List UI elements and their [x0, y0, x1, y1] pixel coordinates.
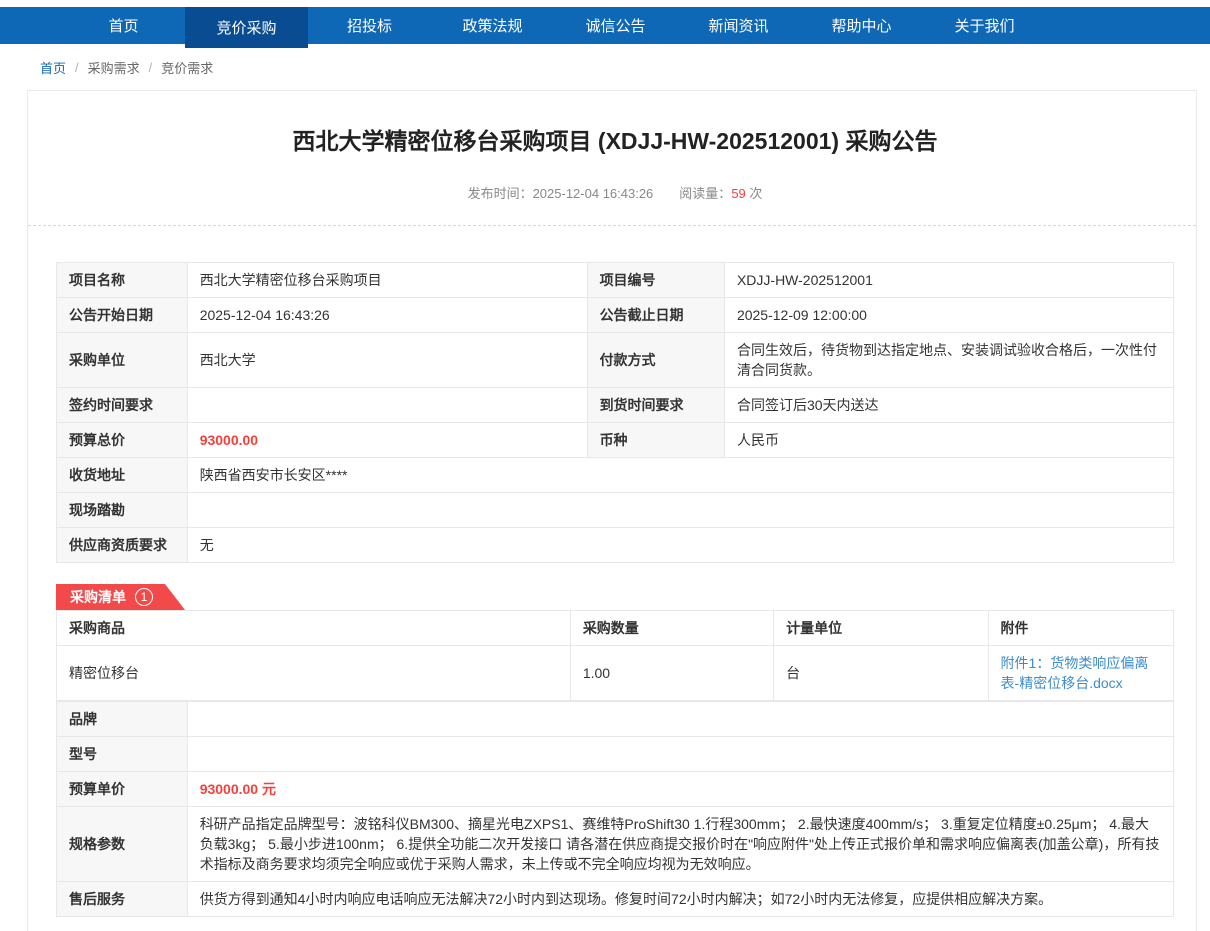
announcement-card: 西北大学精密位移台采购项目 (XDJJ-HW-202512001) 采购公告 发… — [27, 90, 1197, 931]
nav-item-policies[interactable]: 政策法规 — [431, 7, 554, 44]
field-label: 公告截止日期 — [586, 297, 725, 333]
field-label: 到货时间要求 — [586, 387, 725, 423]
field-label: 公告开始日期 — [56, 297, 188, 333]
field-value — [186, 736, 1175, 772]
purchase-items-table: 采购商品 采购数量 计量单位 附件 精密位移台 1.00 台 附件1：货物类响应… — [56, 610, 1175, 701]
table-row: 供应商资质要求 无 — [56, 527, 1175, 563]
nav-item-tender[interactable]: 招投标 — [308, 7, 431, 44]
table-row: 采购单位 西北大学 付款方式 合同生效后，待货物到达指定地点、安装调试验收合格后… — [56, 332, 1175, 388]
field-label: 规格参数 — [56, 806, 188, 882]
nav-item-help-center[interactable]: 帮助中心 — [800, 7, 923, 44]
nav-item-bidding-purchase[interactable]: 竞价采购 — [185, 7, 308, 48]
table-row: 品牌 — [56, 701, 1175, 737]
field-label: 采购单位 — [56, 332, 188, 388]
item-details-table: 品牌 型号 预算单价 93000.00 元 规格参数 科研产品指定品牌型号：波铭… — [56, 701, 1175, 917]
field-label: 项目名称 — [56, 262, 188, 298]
field-label: 付款方式 — [586, 332, 725, 388]
field-value: 2025-12-04 16:43:26 — [186, 297, 588, 333]
field-value — [186, 492, 1175, 528]
budget-total-value: 93000.00 — [186, 422, 588, 458]
breadcrumb: 首页 / 采购需求 / 竞价需求 — [0, 44, 1210, 90]
column-header: 附件 — [987, 610, 1175, 646]
field-value: 西北大学精密位移台采购项目 — [186, 262, 588, 298]
field-value: 人民币 — [723, 422, 1175, 458]
table-row: 售后服务 供货方得到通知4小时内响应电话响应无法解决72小时内到达现场。修复时间… — [56, 881, 1175, 917]
main-navbar: 首页 竞价采购 招投标 政策法规 诚信公告 新闻资讯 帮助中心 关于我们 — [0, 7, 1210, 48]
table-row: 项目名称 西北大学精密位移台采购项目 项目编号 XDJJ-HW-20251200… — [56, 262, 1175, 298]
views-count: 59 — [731, 186, 746, 201]
table-row: 预算单价 93000.00 元 — [56, 771, 1175, 807]
field-value: 合同生效后，待货物到达指定地点、安装调试验收合格后，一次性付清合同货款。 — [723, 332, 1175, 388]
spec-params-value: 科研产品指定品牌型号：波铭科仪BM300、摘星光电ZXPS1、赛维特ProShi… — [186, 806, 1175, 882]
nav-item-home[interactable]: 首页 — [62, 7, 185, 44]
views-unit: 次 — [749, 186, 763, 201]
field-value: 无 — [186, 527, 1175, 563]
field-label: 售后服务 — [56, 881, 188, 917]
publish-meta: 发布时间：2025-12-04 16:43:26 阅读量：59 次 — [56, 183, 1174, 202]
breadcrumb-home-link[interactable]: 首页 — [40, 58, 66, 77]
breadcrumb-purchase-demand[interactable]: 采购需求 — [88, 58, 140, 77]
table-row: 公告开始日期 2025-12-04 16:43:26 公告截止日期 2025-1… — [56, 297, 1175, 333]
field-label: 收货地址 — [56, 457, 188, 493]
views-label: 阅读量： — [679, 186, 732, 201]
item-unit: 台 — [773, 645, 989, 701]
column-header: 计量单位 — [773, 610, 989, 646]
column-header: 采购数量 — [569, 610, 775, 646]
column-header: 采购商品 — [56, 610, 571, 646]
purchase-list-tag-label: 采购清单 — [70, 589, 126, 605]
nav-item-news[interactable]: 新闻资讯 — [677, 7, 800, 44]
publish-time-label: 发布时间： — [467, 186, 533, 201]
breadcrumb-bidding-demand: 竞价需求 — [161, 61, 214, 76]
table-row: 现场踏勘 — [56, 492, 1175, 528]
publish-time-value: 2025-12-04 16:43:26 — [532, 186, 654, 201]
project-info-table: 项目名称 西北大学精密位移台采购项目 项目编号 XDJJ-HW-20251200… — [56, 262, 1175, 563]
field-label: 项目编号 — [586, 262, 725, 298]
table-row: 预算总价 93000.00 币种 人民币 — [56, 422, 1175, 458]
field-value: 2025-12-09 12:00:00 — [723, 297, 1175, 333]
breadcrumb-separator: / — [148, 60, 153, 75]
breadcrumb-separator: / — [75, 60, 79, 75]
dashed-divider — [28, 225, 1196, 226]
unit-price-value: 93000.00 元 — [186, 771, 1175, 807]
purchase-list-tag: 采购清单 1 — [56, 584, 185, 610]
after-sales-value: 供货方得到通知4小时内响应电话响应无法解决72小时内到达现场。修复时间72小时内… — [186, 881, 1175, 917]
field-label: 品牌 — [56, 701, 188, 737]
table-row: 型号 — [56, 736, 1175, 772]
field-value: 陕西省西安市长安区**** — [186, 457, 1175, 493]
attachment-link[interactable]: 附件1：货物类响应偏离表-精密位移台.docx — [1001, 655, 1149, 691]
field-label: 签约时间要求 — [56, 387, 188, 423]
field-label: 供应商资质要求 — [56, 527, 188, 563]
purchase-list-count-badge: 1 — [135, 588, 153, 606]
field-label: 预算单价 — [56, 771, 188, 807]
table-row: 收货地址 陕西省西安市长安区**** — [56, 457, 1175, 493]
field-label: 币种 — [586, 422, 725, 458]
item-name: 精密位移台 — [56, 645, 571, 701]
field-value: 合同签订后30天内送达 — [723, 387, 1175, 423]
table-row: 签约时间要求 到货时间要求 合同签订后30天内送达 — [56, 387, 1175, 423]
top-strip — [0, 0, 1210, 7]
item-quantity: 1.00 — [569, 645, 775, 701]
field-label: 型号 — [56, 736, 188, 772]
field-value — [186, 387, 588, 423]
nav-item-about-us[interactable]: 关于我们 — [923, 7, 1046, 44]
nav-item-integrity-notice[interactable]: 诚信公告 — [554, 7, 677, 44]
field-label: 预算总价 — [56, 422, 188, 458]
field-value: XDJJ-HW-202512001 — [723, 262, 1175, 298]
field-label: 现场踏勘 — [56, 492, 188, 528]
table-header-row: 采购商品 采购数量 计量单位 附件 — [56, 610, 1175, 646]
field-value — [186, 701, 1175, 737]
page-title: 西北大学精密位移台采购项目 (XDJJ-HW-202512001) 采购公告 — [292, 128, 938, 154]
table-row: 精密位移台 1.00 台 附件1：货物类响应偏离表-精密位移台.docx — [56, 645, 1175, 701]
table-row: 规格参数 科研产品指定品牌型号：波铭科仪BM300、摘星光电ZXPS1、赛维特P… — [56, 806, 1175, 882]
field-value: 西北大学 — [186, 332, 588, 388]
